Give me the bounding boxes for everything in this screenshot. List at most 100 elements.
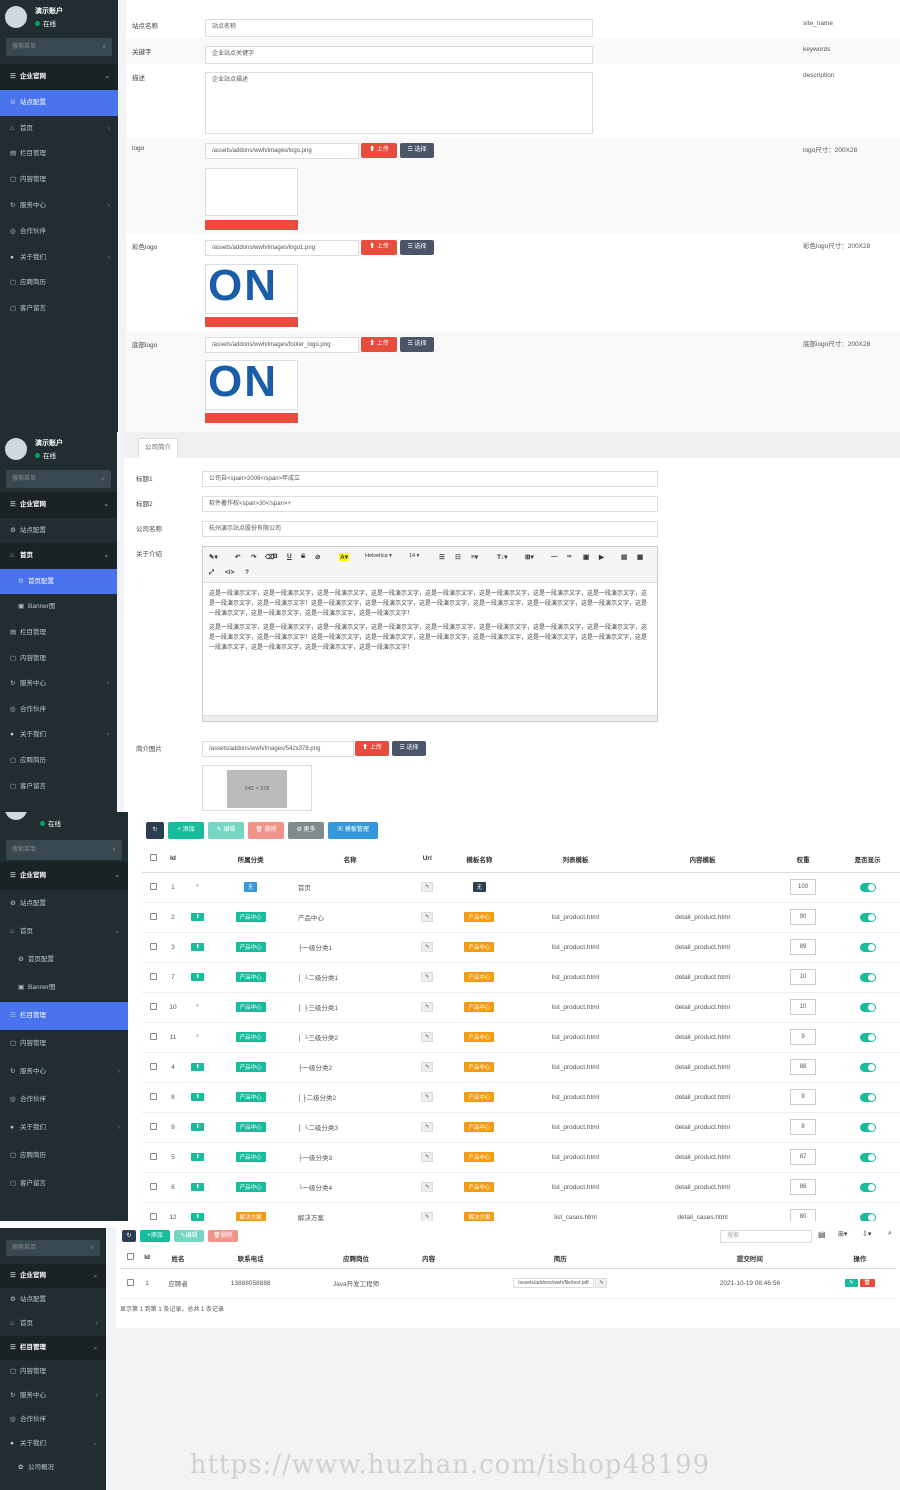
description-textarea[interactable]: 企业站点描述 <box>205 72 593 134</box>
sidebar-item[interactable]: ▢ 应聘简历 <box>0 748 117 774</box>
sidebar-item[interactable]: ☰ 栏目管理 <box>0 1002 128 1030</box>
title2-input[interactable]: 软件著作权<span>30</span>+ <box>202 496 658 512</box>
logo-choose-button[interactable]: ☰ 选择 <box>400 143 434 158</box>
intro-upload-button[interactable]: ⬆ 上传 <box>355 741 389 756</box>
drag-cell[interactable]: ⬆ <box>181 1052 214 1083</box>
url-cell[interactable]: ✎ <box>412 872 443 903</box>
card-view-icon[interactable]: ▤ <box>818 1230 826 1239</box>
table-row[interactable]: 4 ⬆ 产品中心 ├一级分类2 ✎ 产品中心 list_product.html detail… <box>142 1052 900 1083</box>
weight-cell[interactable]: 8 <box>770 1112 836 1143</box>
visible-cell[interactable] <box>835 992 900 1023</box>
sidebar-item[interactable]: ● 关于我们 ‹ <box>0 722 117 748</box>
drag-cell[interactable]: ≡ <box>181 992 214 1023</box>
sidebar-item[interactable]: ⚙ 站点配置 <box>0 518 117 544</box>
visible-cell[interactable] <box>835 1022 900 1053</box>
logo-delete-button[interactable] <box>205 220 298 230</box>
row-checkbox[interactable] <box>142 902 164 933</box>
drag-cell[interactable]: ≡ <box>181 872 214 903</box>
drag-handle-icon[interactable]: ≡ <box>191 882 204 892</box>
visible-toggle[interactable] <box>859 1062 876 1072</box>
visible-toggle[interactable] <box>859 1122 876 1132</box>
table-row[interactable]: 7 ⬆ 产品中心 │ └二级分类1 ✎ 产品中心 list_product.html deta… <box>142 962 900 993</box>
visible-cell[interactable] <box>835 1082 900 1113</box>
column-header[interactable]: 内容模板 <box>634 846 771 873</box>
sidebar-item[interactable]: ▢ 内容管理 <box>0 1360 106 1384</box>
table-row[interactable]: 8 ⬆ 产品中心 │├二级分类2 ✎ 产品中心 list_product.html detai… <box>142 1082 900 1113</box>
link-icon[interactable]: ✎ <box>421 912 434 922</box>
keywords-input[interactable]: 企业站点关键字 <box>205 46 593 64</box>
url-cell[interactable]: ✎ <box>412 1202 443 1221</box>
link-icon[interactable]: ∞ <box>567 553 572 560</box>
weight-cell[interactable]: 9 <box>770 1022 836 1053</box>
url-cell[interactable]: ✎ <box>412 992 443 1023</box>
url-cell[interactable]: ✎ <box>412 1112 443 1143</box>
sidebar-item[interactable]: ⚙ 站点配置 <box>0 890 128 918</box>
drag-handle-icon[interactable]: ⬆ <box>191 943 204 951</box>
column-header[interactable]: 列表模板 <box>516 846 635 873</box>
weight-input[interactable]: 87 <box>790 1149 817 1165</box>
undo-icon[interactable]: ↶ <box>235 553 240 561</box>
row-checkbox[interactable] <box>142 1202 164 1221</box>
sidebar-item[interactable]: ◎ 合作伙伴 <box>0 697 117 723</box>
edit-button[interactable]: ✎编辑 <box>174 1230 204 1242</box>
weight-input[interactable]: 8 <box>790 1119 817 1135</box>
table-row[interactable]: 1 ≡ 无 首页 ✎ 无 100 <box>142 872 900 903</box>
link-icon[interactable]: ✎ <box>421 942 434 952</box>
sidebar-item[interactable]: ↻ 服务中心 ‹ <box>0 193 118 219</box>
sidebar-item[interactable]: ☰ 企业官网 ⌄ <box>0 1264 106 1288</box>
columns-icon[interactable]: ⊞▾ <box>838 1230 847 1238</box>
link-icon[interactable]: ✎ <box>421 972 434 982</box>
line-height-icon[interactable]: T↕▾ <box>497 553 507 561</box>
sidebar-item[interactable]: ▢ 客户留言 <box>0 774 117 800</box>
row-checkbox[interactable] <box>142 872 164 903</box>
sidebar-item[interactable]: ⚙ 站点配置 <box>0 1288 106 1312</box>
link-icon[interactable]: ✎ <box>595 1278 608 1288</box>
table-icon[interactable]: ⊞▾ <box>525 553 534 561</box>
weight-input[interactable]: 10 <box>790 969 817 985</box>
intro-image-input[interactable]: /assets/addons/wwh/images/542x378.png <box>202 741 354 757</box>
link-icon[interactable]: ✎ <box>421 1122 434 1132</box>
weight-cell[interactable]: 89 <box>770 932 836 963</box>
template-manage-button[interactable]: ▣ 模板管理 <box>328 822 378 839</box>
table-row[interactable]: 5 ⬆ 产品中心 ├一级分类3 ✎ 产品中心 list_product.html detail… <box>142 1142 900 1173</box>
visible-toggle[interactable] <box>859 1182 876 1192</box>
drag-cell[interactable]: ⬆ <box>181 1142 214 1173</box>
sidebar-item[interactable]: ▢ 内容管理 <box>0 646 117 672</box>
color-icon[interactable]: ⊘ <box>315 553 320 561</box>
sidebar-item[interactable]: ▤ 栏目管理 <box>0 141 118 167</box>
url-cell[interactable]: ✎ <box>412 902 443 933</box>
drag-cell[interactable]: ⬆ <box>181 1112 214 1143</box>
drag-cell[interactable]: ⬆ <box>181 1202 214 1221</box>
weight-input[interactable]: 9 <box>790 1029 817 1045</box>
column-header[interactable]: 是否显示 <box>835 846 900 873</box>
weight-input[interactable]: 80 <box>790 1209 817 1221</box>
table-row[interactable]: 1 应聘者 13888058888 Java开发工程师/assets/addons/w… <box>120 1268 896 1299</box>
unordered-list-icon[interactable]: ☰ <box>439 553 445 561</box>
weight-cell[interactable]: 100 <box>770 872 836 903</box>
weight-input[interactable]: 86 <box>790 1179 817 1195</box>
weight-cell[interactable]: 9 <box>770 1082 836 1113</box>
refresh-button[interactable]: ↻ <box>122 1230 136 1242</box>
image-icon[interactable]: ▣ <box>583 553 589 561</box>
file-icon[interactable]: ▤ <box>621 553 627 561</box>
column-header[interactable] <box>181 846 214 873</box>
sidebar-item[interactable]: ☰ 企业官网 ⌄ <box>0 492 117 518</box>
sidebar-item[interactable]: ↻ 服务中心 ‹ <box>0 671 117 697</box>
export-icon[interactable]: ⇩▾ <box>862 1230 871 1238</box>
fullscreen-icon[interactable]: ⤢ <box>209 569 214 577</box>
link-icon[interactable]: ✎ <box>421 1182 434 1192</box>
url-cell[interactable]: ✎ <box>412 1022 443 1053</box>
delete-icon[interactable]: 🗑 <box>859 1279 875 1287</box>
editor-body[interactable]: 这是一段演示文字，这是一段演示文字，这是一段演示文字，这是一段演示文字，这是一段… <box>203 583 657 663</box>
delete-button[interactable]: 🗑删除 <box>208 1230 238 1242</box>
weight-cell[interactable]: 86 <box>770 1172 836 1203</box>
sidebar-item[interactable]: ▢ 客户留言 <box>0 296 118 322</box>
url-cell[interactable]: ✎ <box>412 1082 443 1113</box>
sidebar-search[interactable]: 搜索菜单 ⌕ <box>6 470 111 488</box>
delete-button[interactable]: 🗑 删除 <box>248 822 284 839</box>
column-header[interactable]: Url <box>412 846 443 873</box>
align-icon[interactable]: ≡▾ <box>471 553 478 561</box>
sidebar-item[interactable]: ● 关于我们 ‹ <box>0 1114 128 1142</box>
row-checkbox[interactable] <box>142 962 164 993</box>
rich-text-editor[interactable]: ✎▾ ↶ ↷ ⌫ B U S ⊘ A▾ Helvetica ▾ 14 ▾ ☰ ☷… <box>202 546 658 722</box>
